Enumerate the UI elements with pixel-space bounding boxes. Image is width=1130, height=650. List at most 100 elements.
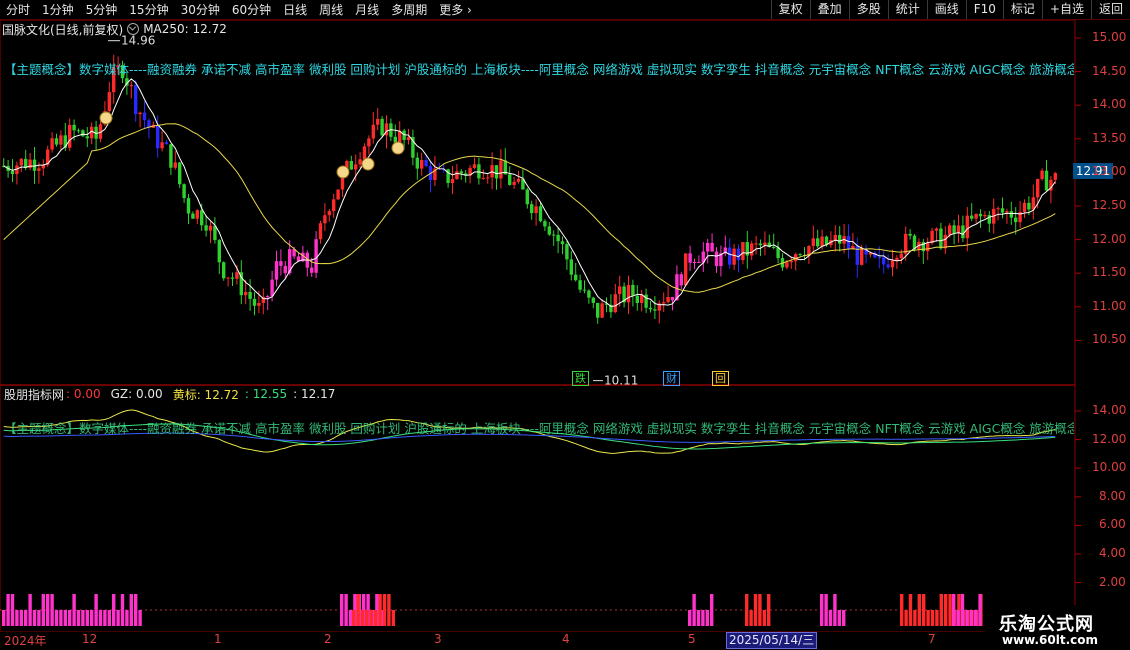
candle-body (530, 204, 534, 214)
candle-body (618, 286, 622, 295)
candle-body (336, 189, 340, 200)
toolbar-button-5[interactable]: F10 (965, 0, 1003, 19)
signal-bar (745, 594, 749, 626)
main-y-tick: 12.50 (1092, 198, 1127, 212)
signal-bar (50, 594, 54, 626)
signal-bar (688, 610, 692, 626)
signal-bar (356, 594, 360, 626)
period-tab-2[interactable]: 5分钟 (80, 1, 124, 18)
concept-text-sub: 【主题概念】数字媒体----融资融券 承诺不减 高市盈率 微利股 回购计划 沪股… (4, 421, 1074, 436)
period-tab-0[interactable]: 分时 (0, 1, 36, 18)
signal-bar (820, 594, 824, 626)
chevron-down-icon[interactable] (127, 23, 140, 35)
indicator-gz: GZ: 0.00 (110, 387, 163, 401)
candle-body (204, 225, 208, 231)
candle-body (1053, 173, 1057, 180)
period-tab-6[interactable]: 日线 (277, 1, 313, 18)
candle-body (362, 146, 367, 160)
signal-bar (922, 594, 926, 626)
candle-body (653, 309, 657, 311)
event-marker[interactable]: 财 (663, 371, 680, 386)
candle-body (679, 274, 683, 286)
signal-bar (98, 610, 103, 626)
candle-body (772, 247, 776, 249)
candle-body (987, 215, 991, 224)
main-y-tick: 10.50 (1092, 332, 1127, 347)
candle-body (222, 262, 226, 279)
period-tab-7[interactable]: 周线 (313, 1, 349, 18)
candle-body (327, 211, 331, 216)
period-tab-1[interactable]: 1分钟 (36, 1, 80, 18)
candle-body (32, 159, 37, 171)
toolbar-button-2[interactable]: 多股 (848, 0, 888, 19)
date-cursor: 2025/05/14/三 (726, 632, 818, 649)
candle-body (19, 158, 23, 166)
period-tab-5[interactable]: 60分钟 (226, 1, 277, 18)
period-tab-4[interactable]: 30分钟 (175, 1, 226, 18)
stock-name: 国脉文化(日线,前复权) (2, 22, 124, 37)
toolbar-button-4[interactable]: 画线 (926, 0, 966, 19)
sub-y-tick: 12.00 (1092, 431, 1127, 446)
candle-body (459, 171, 463, 174)
candle-body (1040, 170, 1044, 180)
candle-body (178, 162, 182, 185)
toolbar-button-6[interactable]: 标记 (1002, 0, 1042, 19)
period-tab-9[interactable]: 多周期 (385, 1, 433, 18)
candle-body (248, 292, 252, 299)
signal-bar (41, 594, 45, 626)
candle-body (569, 259, 573, 275)
indicator-v3: : 12.17 (293, 387, 336, 401)
candle-body (692, 261, 697, 263)
candle-body (934, 228, 939, 231)
signal-bar (828, 610, 833, 626)
candle-body (714, 251, 719, 267)
period-tab-10[interactable]: 更多 › (433, 1, 478, 18)
candle-body (481, 177, 485, 179)
signal-bar (701, 610, 705, 626)
candle-body (626, 284, 631, 303)
signal-bar (360, 610, 365, 626)
signal-bar (76, 610, 81, 626)
candle-body (754, 243, 758, 245)
candle-body (494, 165, 499, 179)
candle-body (257, 302, 261, 306)
event-marker[interactable]: 回 (712, 371, 729, 386)
candle-body (173, 162, 177, 168)
toolbar-button-7[interactable]: +自选 (1041, 0, 1091, 19)
candle-body (728, 247, 732, 265)
toolbar-button-0[interactable]: 复权 (770, 0, 810, 19)
toolbar-button-8[interactable]: 返回 (1090, 0, 1130, 19)
candle-body (952, 225, 956, 234)
candle-body (816, 238, 820, 247)
signal-bar (705, 610, 709, 626)
signal-bar (948, 594, 952, 626)
signal-bar (32, 610, 37, 626)
toolbar-button-3[interactable]: 统计 (887, 0, 927, 19)
candle-body (798, 254, 802, 256)
kline-chart[interactable]: 14.9610.11 (0, 20, 1130, 632)
candle-body (965, 215, 969, 239)
signal-bar (352, 610, 356, 626)
candle-body (525, 189, 529, 205)
period-tab-3[interactable]: 15分钟 (123, 1, 174, 18)
candle-body (160, 142, 164, 149)
signal-bar (68, 610, 72, 626)
event-marker[interactable]: 跌 (572, 371, 589, 386)
signal-bar (944, 594, 948, 626)
candle-body (76, 130, 81, 132)
candle-body (789, 261, 793, 263)
main-y-tick: 14.50 (1092, 63, 1127, 78)
signal-bar (369, 610, 373, 626)
money-bag-icon (361, 157, 375, 171)
candle-body (156, 124, 160, 149)
candle-body (776, 247, 780, 259)
toolbar-button-1[interactable]: 叠加 (809, 0, 849, 19)
signal-bar (112, 594, 116, 626)
period-tab-8[interactable]: 月线 (349, 1, 385, 18)
candle-body (666, 297, 670, 303)
sub-y-tick: 6.00 (1099, 517, 1126, 532)
signal-bar (758, 594, 762, 626)
signal-bar (138, 610, 142, 626)
signal-bar (15, 610, 19, 626)
candle-body (81, 130, 85, 137)
